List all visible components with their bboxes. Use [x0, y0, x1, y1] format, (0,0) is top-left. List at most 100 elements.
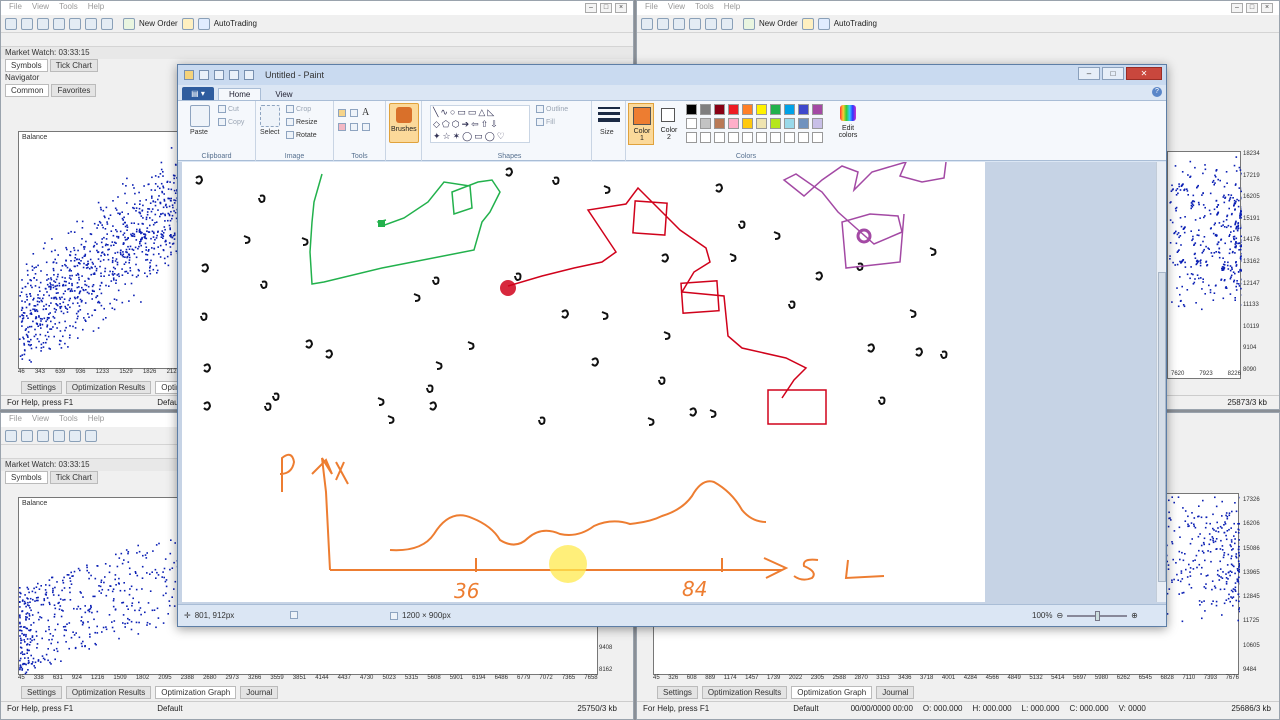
- tab-tick-chart[interactable]: Tick Chart: [49, 59, 98, 72]
- data-window-icon[interactable]: [689, 17, 701, 30]
- close-button[interactable]: ×: [1261, 3, 1273, 13]
- custom-color-slot[interactable]: [798, 132, 809, 143]
- profiles-icon[interactable]: [657, 17, 669, 30]
- palette-swatch[interactable]: [714, 104, 725, 115]
- tab-journal[interactable]: Journal: [876, 686, 915, 699]
- autotrading-button[interactable]: AutoTrading: [834, 19, 877, 28]
- palette-swatch[interactable]: [714, 118, 725, 129]
- new-order-button[interactable]: New Order: [139, 19, 178, 28]
- zoom-in-button[interactable]: ⊕: [1131, 611, 1138, 620]
- palette-swatch[interactable]: [700, 104, 711, 115]
- select-button[interactable]: Select: [260, 129, 279, 136]
- select-icon[interactable]: [260, 105, 280, 127]
- terminal-icon[interactable]: [721, 17, 733, 30]
- rotate-button[interactable]: Rotate: [286, 131, 317, 139]
- profiles-icon[interactable]: [21, 17, 33, 30]
- fill-icon[interactable]: [350, 108, 358, 117]
- new-chart-icon[interactable]: [5, 429, 17, 442]
- palette-swatch[interactable]: [742, 104, 753, 115]
- palette-swatch[interactable]: [770, 118, 781, 129]
- tab-common[interactable]: Common: [5, 84, 50, 97]
- restore-button[interactable]: □: [1246, 3, 1258, 13]
- resize-button[interactable]: Resize: [286, 118, 317, 126]
- custom-color-slot[interactable]: [714, 132, 725, 143]
- tab-optimization-results[interactable]: Optimization Results: [701, 686, 788, 699]
- cut-button[interactable]: Cut: [218, 105, 239, 113]
- tab-view[interactable]: View: [265, 89, 302, 100]
- crop-button[interactable]: Crop: [286, 105, 311, 113]
- size-icon[interactable]: [598, 107, 620, 123]
- tab-symbols[interactable]: Symbols: [5, 471, 48, 484]
- custom-color-slot[interactable]: [728, 132, 739, 143]
- new-chart-icon[interactable]: [5, 17, 17, 30]
- maximize-button[interactable]: □: [1102, 67, 1124, 80]
- minimize-button[interactable]: –: [1078, 67, 1100, 80]
- tab-optimization-graph[interactable]: Optimization Graph: [791, 686, 873, 699]
- tab-favorites[interactable]: Favorites: [51, 84, 97, 97]
- tab-settings[interactable]: Settings: [21, 381, 62, 394]
- help-icon[interactable]: ?: [1152, 87, 1162, 97]
- palette-swatch[interactable]: [700, 118, 711, 129]
- custom-color-slot[interactable]: [686, 132, 697, 143]
- fill-button[interactable]: Fill: [536, 118, 555, 126]
- paste-button[interactable]: Paste: [190, 129, 208, 136]
- restore-button[interactable]: □: [600, 3, 612, 13]
- navigator-icon[interactable]: [705, 17, 717, 30]
- autotrading-button[interactable]: AutoTrading: [214, 19, 257, 28]
- data-window-icon[interactable]: [53, 429, 65, 442]
- zoom-slider-knob[interactable]: [1095, 610, 1101, 621]
- palette-swatch[interactable]: [798, 104, 809, 115]
- new-order-icon[interactable]: [123, 17, 135, 30]
- tester-icon[interactable]: [101, 17, 113, 30]
- palette-swatch[interactable]: [770, 104, 781, 115]
- expert-icon[interactable]: [801, 17, 814, 30]
- tab-optimization-results[interactable]: Optimization Results: [65, 381, 152, 394]
- palette-swatch[interactable]: [728, 104, 739, 115]
- market-watch-icon[interactable]: [673, 17, 685, 30]
- minimize-button[interactable]: –: [585, 3, 597, 13]
- tab-tick-chart[interactable]: Tick Chart: [49, 471, 98, 484]
- palette-swatch[interactable]: [686, 118, 697, 129]
- menu-file[interactable]: File: [9, 414, 22, 426]
- custom-color-slot[interactable]: [812, 132, 823, 143]
- zoom-out-button[interactable]: ⊖: [1056, 611, 1063, 620]
- copy-button[interactable]: Copy: [218, 118, 244, 126]
- palette-swatch[interactable]: [756, 104, 767, 115]
- drawing-canvas[interactable]: P 36 84: [182, 162, 985, 602]
- new-chart-icon[interactable]: [641, 17, 653, 30]
- profiles-icon[interactable]: [21, 429, 33, 442]
- outline-button[interactable]: Outline: [536, 105, 568, 113]
- custom-color-slot[interactable]: [756, 132, 767, 143]
- palette-swatch[interactable]: [686, 104, 697, 115]
- navigator-icon[interactable]: [69, 17, 81, 30]
- expert-icon[interactable]: [181, 17, 194, 30]
- data-window-icon[interactable]: [53, 17, 65, 30]
- pencil-icon[interactable]: [338, 108, 346, 117]
- menu-tools[interactable]: Tools: [695, 2, 714, 14]
- shapes-gallery[interactable]: ╲∿○▭▭△◺ ◇⬠⬡➔⇦⇧⇩ ✦☆✶◯▭◯♡: [430, 105, 530, 143]
- color1-button[interactable]: Color 1: [628, 103, 654, 145]
- new-order-icon[interactable]: [743, 17, 755, 30]
- eraser-icon[interactable]: [338, 123, 346, 131]
- terminal-icon[interactable]: [85, 429, 97, 442]
- color-picker-icon[interactable]: [350, 123, 358, 131]
- menu-help[interactable]: Help: [88, 414, 104, 426]
- tab-home[interactable]: Home: [218, 88, 262, 100]
- redo-icon[interactable]: [229, 70, 239, 80]
- close-button[interactable]: ×: [615, 3, 627, 13]
- menu-file[interactable]: File: [645, 2, 658, 14]
- palette-swatch[interactable]: [756, 118, 767, 129]
- size-label[interactable]: Size: [600, 129, 614, 136]
- tab-settings[interactable]: Settings: [657, 686, 698, 699]
- brushes-button[interactable]: Brushes: [389, 103, 419, 143]
- custom-color-slot[interactable]: [700, 132, 711, 143]
- autotrading-icon[interactable]: [197, 17, 210, 30]
- menu-view[interactable]: View: [32, 2, 49, 14]
- menu-tools[interactable]: Tools: [59, 2, 78, 14]
- palette-swatch[interactable]: [742, 118, 753, 129]
- menu-help[interactable]: Help: [724, 2, 740, 14]
- menu-view[interactable]: View: [32, 414, 49, 426]
- tab-journal[interactable]: Journal: [240, 686, 279, 699]
- menu-file[interactable]: File: [9, 2, 22, 14]
- scrollbar-thumb[interactable]: [1158, 272, 1166, 582]
